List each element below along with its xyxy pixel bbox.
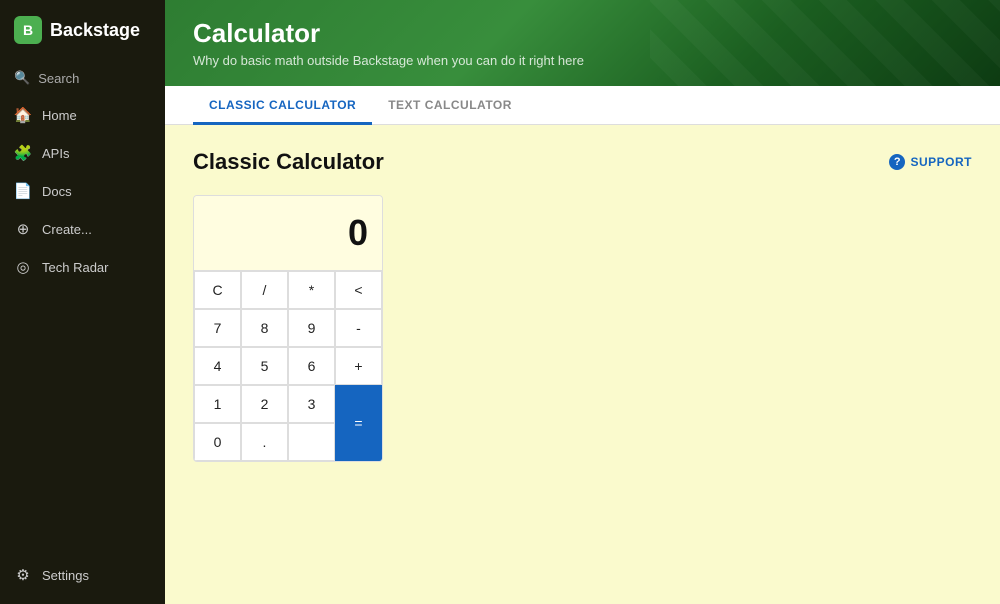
home-icon: 🏠 bbox=[14, 106, 32, 124]
sidebar-item-settings[interactable]: ⚙ Settings bbox=[0, 556, 165, 594]
button-5[interactable]: 5 bbox=[241, 347, 288, 385]
button-7[interactable]: 7 bbox=[194, 309, 241, 347]
sidebar-item-label: APIs bbox=[42, 146, 69, 161]
support-link[interactable]: ? SUPPORT bbox=[889, 154, 972, 170]
tab-text-calculator[interactable]: TEXT CALCULATOR bbox=[372, 86, 528, 125]
sidebar-item-label: Tech Radar bbox=[42, 260, 108, 275]
sidebar-bottom: ⚙ Settings bbox=[0, 556, 165, 604]
button-subtract[interactable]: - bbox=[335, 309, 382, 347]
sidebar-item-tech-radar[interactable]: ◎ Tech Radar bbox=[0, 248, 165, 286]
create-icon: ⊕ bbox=[14, 220, 32, 238]
page-subtitle: Why do basic math outside Backstage when… bbox=[193, 53, 972, 68]
button-multiply[interactable]: * bbox=[288, 271, 335, 309]
button-9[interactable]: 9 bbox=[288, 309, 335, 347]
content-area: Classic Calculator ? SUPPORT 0 C / * < 7… bbox=[165, 125, 1000, 604]
settings-icon: ⚙ bbox=[14, 566, 32, 584]
docs-icon: 📄 bbox=[14, 182, 32, 200]
support-icon: ? bbox=[889, 154, 905, 170]
header-banner: Calculator Why do basic math outside Bac… bbox=[165, 0, 1000, 86]
logo-icon: B bbox=[14, 16, 42, 44]
tech-radar-icon: ◎ bbox=[14, 258, 32, 276]
button-3[interactable]: 3 bbox=[288, 385, 335, 423]
apis-icon: 🧩 bbox=[14, 144, 32, 162]
sidebar-nav: 🏠 Home 🧩 APIs 📄 Docs ⊕ Create... ◎ Tech … bbox=[0, 96, 165, 556]
calculator-display: 0 bbox=[194, 196, 382, 271]
sidebar-item-docs[interactable]: 📄 Docs bbox=[0, 172, 165, 210]
button-clear[interactable]: C bbox=[194, 271, 241, 309]
sidebar-search[interactable]: 🔍 Search bbox=[0, 60, 165, 96]
button-6[interactable]: 6 bbox=[288, 347, 335, 385]
button-1[interactable]: 1 bbox=[194, 385, 241, 423]
button-0[interactable]: 0 bbox=[194, 423, 241, 461]
button-decimal[interactable]: . bbox=[241, 423, 288, 461]
search-icon: 🔍 bbox=[14, 70, 30, 86]
sidebar-item-apis[interactable]: 🧩 APIs bbox=[0, 134, 165, 172]
button-empty bbox=[288, 423, 335, 461]
sidebar-item-label: Home bbox=[42, 108, 77, 123]
support-label: SUPPORT bbox=[910, 155, 972, 169]
button-divide[interactable]: / bbox=[241, 271, 288, 309]
content-header: Classic Calculator ? SUPPORT bbox=[193, 149, 972, 175]
logo-text: Backstage bbox=[50, 20, 140, 41]
sidebar-item-create[interactable]: ⊕ Create... bbox=[0, 210, 165, 248]
button-4[interactable]: 4 bbox=[194, 347, 241, 385]
calculator-section-title: Classic Calculator bbox=[193, 149, 384, 175]
sidebar-logo[interactable]: B Backstage bbox=[0, 0, 165, 60]
calculator-buttons: C / * < 7 8 9 - 4 5 6 + 1 2 3 = bbox=[194, 271, 382, 461]
tab-classic-calculator[interactable]: CLASSIC CALCULATOR bbox=[193, 86, 372, 125]
page-title: Calculator bbox=[193, 18, 972, 49]
display-value: 0 bbox=[348, 212, 368, 254]
sidebar-item-label: Create... bbox=[42, 222, 92, 237]
sidebar-item-label: Docs bbox=[42, 184, 72, 199]
sidebar: B Backstage 🔍 Search 🏠 Home 🧩 APIs 📄 Doc… bbox=[0, 0, 165, 604]
button-equals[interactable]: = bbox=[335, 385, 382, 461]
button-backspace[interactable]: < bbox=[335, 271, 382, 309]
main-content: Calculator Why do basic math outside Bac… bbox=[165, 0, 1000, 604]
button-2[interactable]: 2 bbox=[241, 385, 288, 423]
button-add[interactable]: + bbox=[335, 347, 382, 385]
sidebar-item-home[interactable]: 🏠 Home bbox=[0, 96, 165, 134]
calculator-widget: 0 C / * < 7 8 9 - 4 5 6 + 1 2 bbox=[193, 195, 383, 462]
sidebar-item-label: Settings bbox=[42, 568, 89, 583]
tabs-bar: CLASSIC CALCULATOR TEXT CALCULATOR bbox=[165, 86, 1000, 125]
search-label: Search bbox=[38, 71, 79, 86]
button-8[interactable]: 8 bbox=[241, 309, 288, 347]
